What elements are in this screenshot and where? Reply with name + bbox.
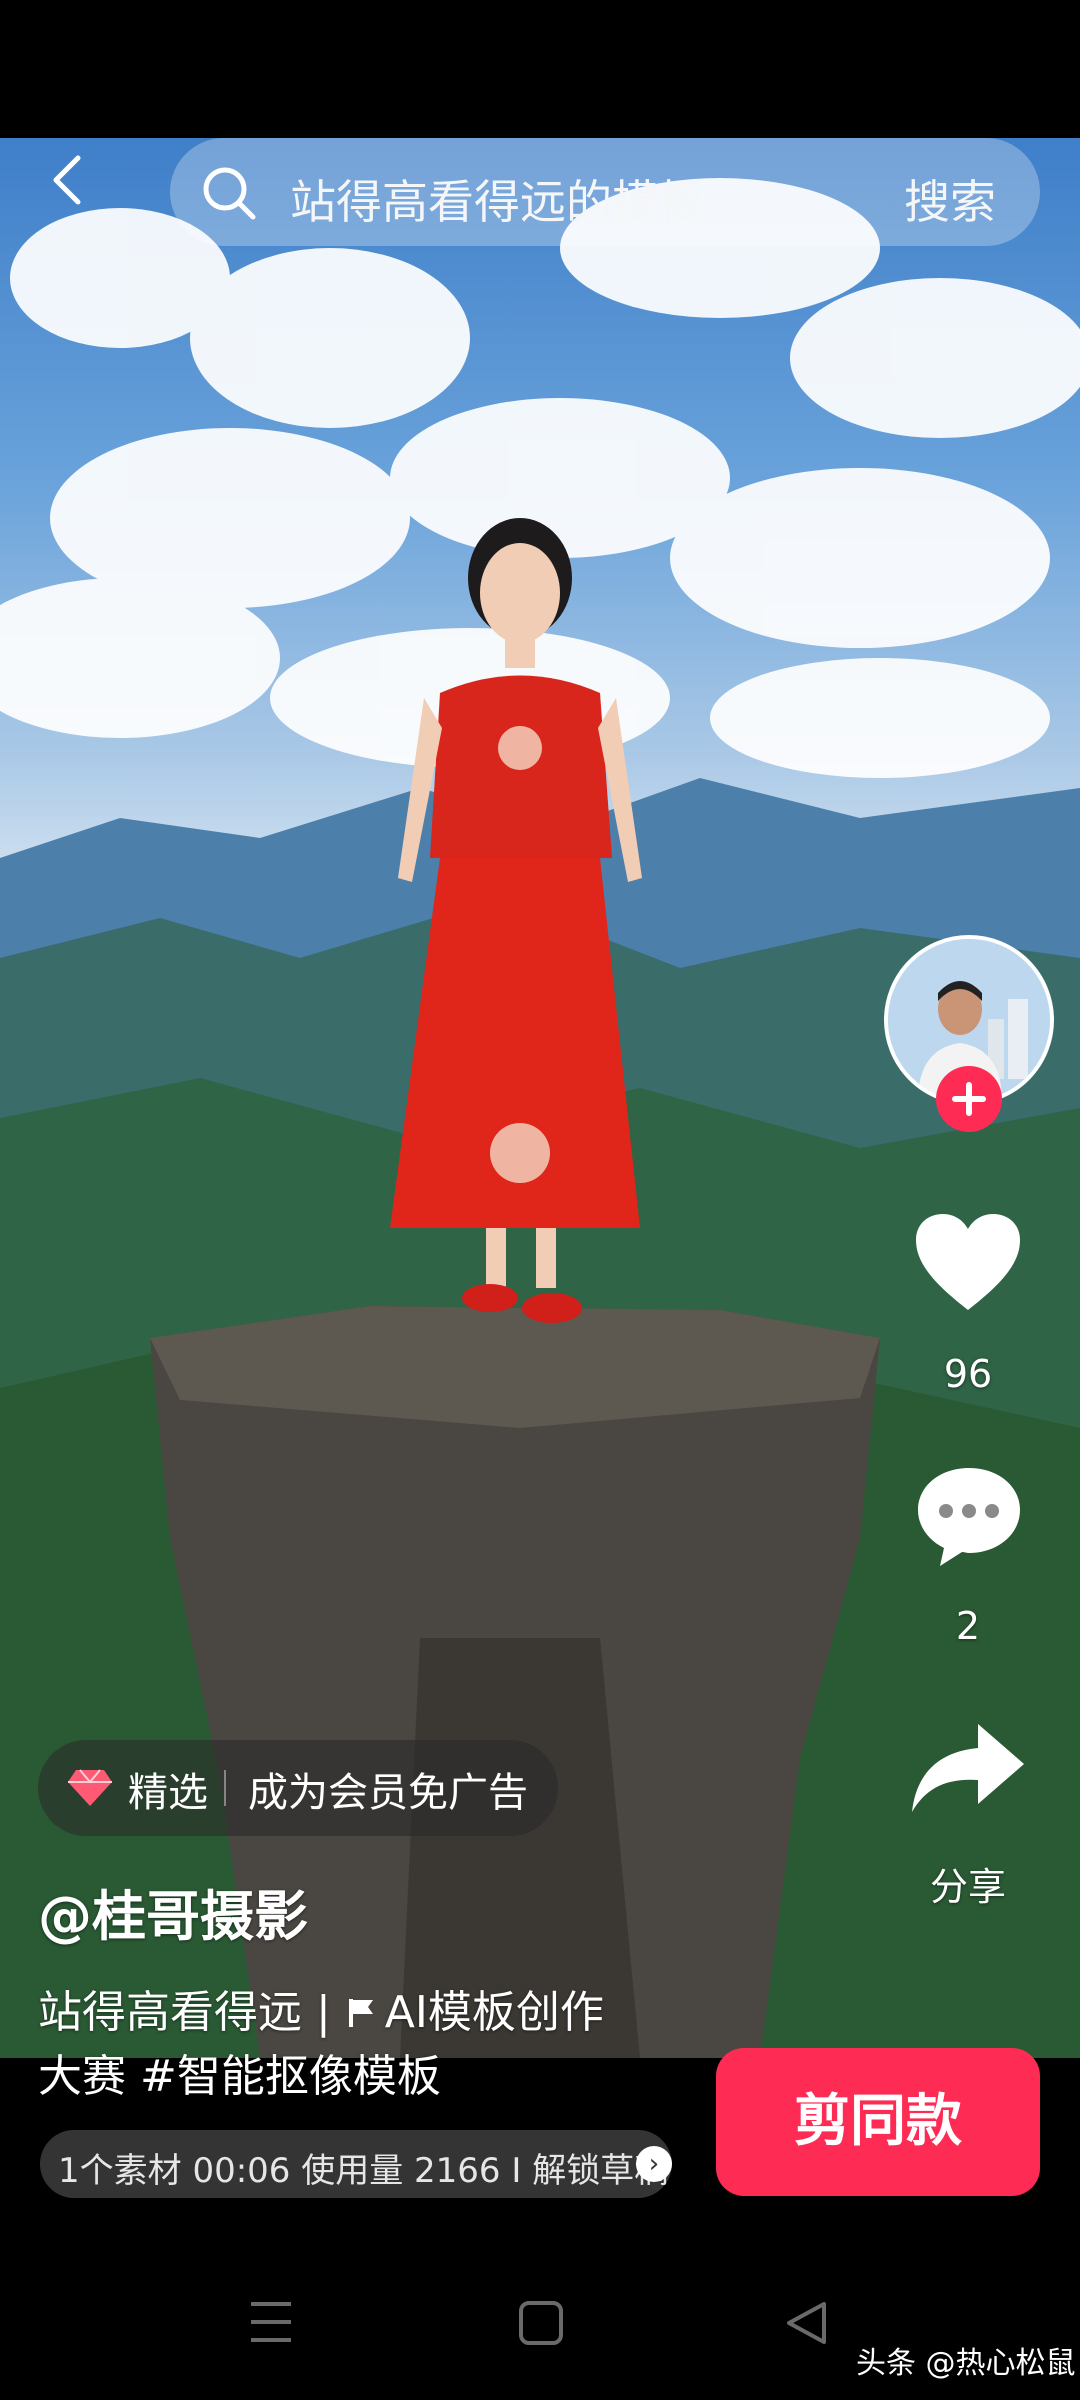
promo-divider xyxy=(224,1770,226,1806)
search-bar[interactable]: 站得高看得远的模板 搜索 xyxy=(170,138,1040,246)
like-heart-icon[interactable] xyxy=(912,1210,1024,1314)
like-count: 96 xyxy=(943,1352,993,1396)
search-button[interactable]: 搜索 xyxy=(904,166,996,232)
author-name[interactable]: @桂哥摄影 xyxy=(38,1872,308,1951)
template-meta-bar[interactable]: 1个素材 00:06 使用量 2166 I 解锁草稿 › xyxy=(40,2130,672,2198)
description-line-2: 大赛 #智能抠像模板 xyxy=(38,2040,441,2104)
use-template-button[interactable]: 剪同款 xyxy=(716,2048,1040,2196)
vip-promo-banner[interactable]: 精选 成为会员免广告 xyxy=(38,1740,558,1836)
description-contest-end[interactable]: 大赛 xyxy=(38,2051,140,2102)
search-icon xyxy=(203,167,256,220)
share-label[interactable]: 分享 xyxy=(878,1856,1058,1911)
description-title: 站得高看得远 | xyxy=(38,1987,345,2038)
contest-link[interactable]: AI模板创作 xyxy=(385,1987,604,2038)
home-square-icon[interactable] xyxy=(518,2300,564,2346)
diamond-icon xyxy=(68,1769,112,1806)
search-query[interactable]: 站得高看得远的模板 xyxy=(290,166,704,232)
back-triangle-icon[interactable] xyxy=(784,2300,828,2346)
menu-icon[interactable] xyxy=(248,2300,294,2344)
promo-tag: 精选 xyxy=(128,1770,208,1816)
share-arrow-icon[interactable] xyxy=(908,1720,1028,1816)
comment-count: 2 xyxy=(955,1604,981,1648)
plus-icon xyxy=(952,1082,986,1116)
watermark-text: 头条 @热心松鼠 xyxy=(856,2346,1076,2381)
promo-text: 成为会员免广告 xyxy=(248,1770,528,1816)
chevron-right-icon: › xyxy=(636,2146,672,2182)
comment-icon[interactable] xyxy=(914,1462,1024,1570)
hashtag-link[interactable]: #智能抠像模板 xyxy=(140,2051,441,2102)
template-meta-text: 1个素材 00:06 使用量 2166 I 解锁草稿 xyxy=(58,2151,669,2191)
follow-button[interactable] xyxy=(936,1066,1002,1132)
flag-icon xyxy=(348,1999,373,2027)
description-line-1: 站得高看得远 | AI模板创作 xyxy=(38,1976,604,2040)
back-arrow-icon[interactable] xyxy=(40,150,100,210)
